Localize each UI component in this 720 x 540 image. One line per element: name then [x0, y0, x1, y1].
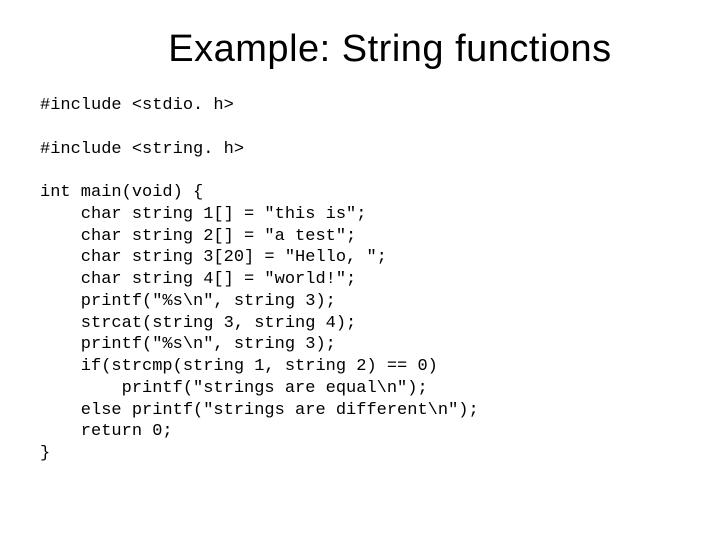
code-line: printf("%s\n", string 3); [40, 292, 336, 311]
code-line: else printf("strings are different\n"); [40, 401, 479, 420]
code-line: strcat(string 3, string 4); [40, 314, 356, 333]
code-line: printf("%s\n", string 3); [40, 335, 336, 354]
code-line: int main(void) { [40, 183, 203, 202]
code-line: char string 4[] = "world!"; [40, 270, 356, 289]
slide-title: Example: String functions [100, 28, 680, 71]
code-line: #include <string. h> [40, 140, 244, 159]
slide: Example: String functions #include <stdi… [0, 0, 720, 540]
code-line: char string 2[] = "a test"; [40, 227, 356, 246]
code-line: printf("strings are equal\n"); [40, 379, 428, 398]
code-block: #include <stdio. h> #include <string. h>… [40, 95, 680, 465]
code-line: if(strcmp(string 1, string 2) == 0) [40, 357, 438, 376]
code-line: #include <stdio. h> [40, 96, 234, 115]
code-line: } [40, 444, 50, 463]
code-line: return 0; [40, 422, 173, 441]
code-line: char string 3[20] = "Hello, "; [40, 248, 387, 267]
code-line: char string 1[] = "this is"; [40, 205, 366, 224]
